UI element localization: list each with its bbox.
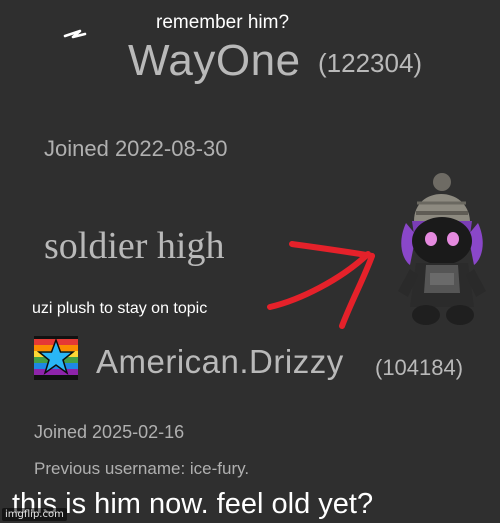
old-username: WayOne [128, 36, 301, 85]
new-joined-date: Joined 2025-02-16 [34, 422, 185, 442]
old-user-id: (122304) [318, 48, 423, 78]
old-joined-date: Joined 2022-08-30 [44, 136, 228, 161]
caption-middle: uzi plush to stay on topic [32, 300, 208, 317]
new-user-id: (104184) [375, 355, 464, 380]
old-status-text: soldier high [44, 225, 225, 267]
lightning-icon [62, 28, 88, 50]
new-username: American.Drizzy [96, 343, 344, 380]
previous-username: Previous username: ice-fury. [34, 459, 250, 478]
rainbow-star-flag-icon [34, 336, 78, 380]
imgflip-watermark: imgflip.com [2, 508, 67, 521]
caption-top: remember him? [156, 12, 290, 33]
uzi-plush-image [398, 173, 486, 325]
